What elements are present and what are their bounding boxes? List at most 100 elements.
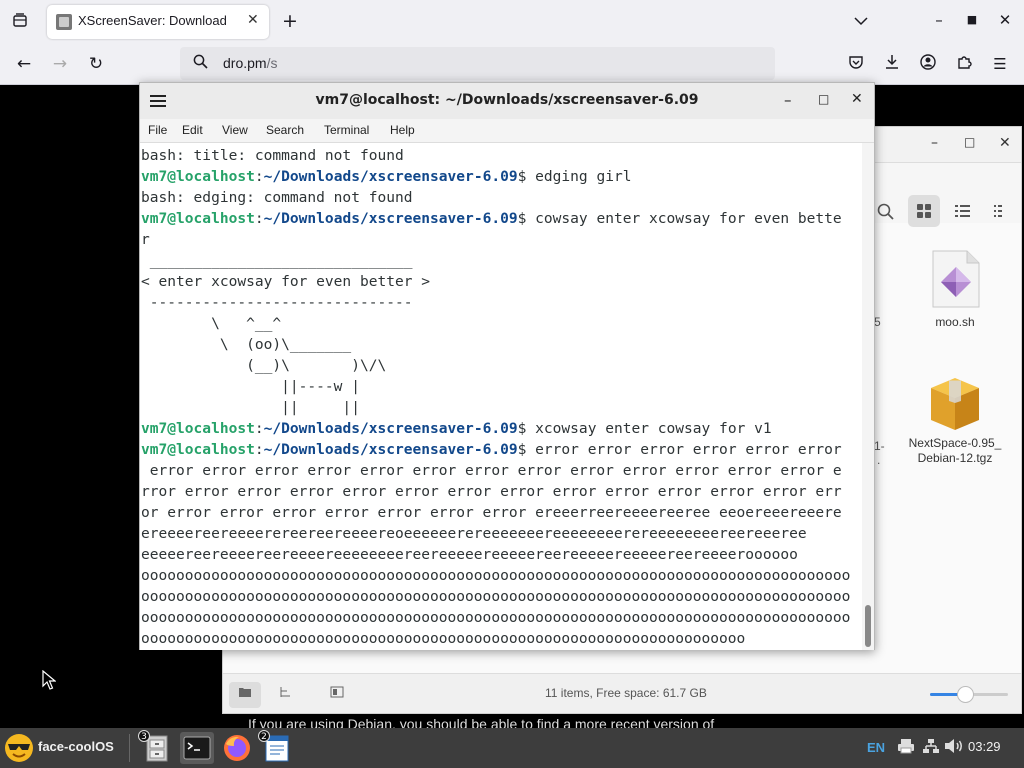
terminal-minimize-icon[interactable]: –: [784, 91, 792, 109]
printer-icon[interactable]: [897, 738, 915, 758]
menu-file[interactable]: File: [148, 123, 167, 137]
line-text: oooooooooooooooooooooooooooooooooooooooo…: [141, 588, 851, 605]
terminal-titlebar: vm7@localhost: ~/Downloads/xscreensaver-…: [140, 83, 874, 119]
task-file-manager[interactable]: 3: [138, 730, 174, 764]
sidebar-icon: [330, 686, 344, 698]
volume-icon[interactable]: [944, 738, 964, 758]
sidebar-toggle-button[interactable]: [321, 682, 353, 708]
tab-overflow-chevron-icon[interactable]: [851, 11, 871, 31]
fm-statusbar: 11 items, Free space: 61.7 GB: [223, 673, 1021, 713]
terminal-prompt-line: vm7@localhost:~/Downloads/xscreensaver-6…: [141, 166, 850, 187]
terminal-maximize-icon[interactable]: □: [818, 92, 829, 106]
terminal-title: vm7@localhost: ~/Downloads/xscreensaver-…: [315, 92, 699, 108]
maximize-icon[interactable]: ■: [962, 10, 982, 30]
line-text: \ (oo)\_______: [141, 336, 352, 353]
terminal-icon: [183, 736, 211, 760]
task-terminal[interactable]: [180, 732, 214, 764]
new-tab-icon[interactable]: +: [280, 11, 300, 31]
tab-close-icon[interactable]: ✕: [247, 12, 259, 28]
fm-clipped-label: 1-: [874, 439, 885, 453]
menu-help[interactable]: Help: [390, 123, 415, 137]
terminal-output-line: oooooooooooooooooooooooooooooooooooooooo…: [141, 607, 850, 628]
menu-edit[interactable]: Edit: [182, 123, 203, 137]
prompt-dollar: $: [517, 441, 536, 458]
terminal-prompt-line: vm7@localhost:~/Downloads/xscreensaver-6…: [141, 439, 850, 460]
file-label: NextSpace-0.95_ Debian-12.tgz: [908, 436, 1002, 465]
fm-clipped-label: .: [877, 453, 881, 467]
line-text: edging girl: [535, 168, 632, 185]
terminal-output-line: oooooooooooooooooooooooooooooooooooooooo…: [141, 628, 850, 649]
terminal-lines: bash: title: command not found vm7@localh…: [141, 145, 850, 649]
browser-tabbar: XScreenSaver: Download ✕ + – ■ ✕: [0, 0, 1024, 44]
search-icon: [191, 54, 209, 74]
folder-icon: [239, 688, 251, 697]
menu-terminal[interactable]: Terminal: [324, 123, 369, 137]
line-text: (__)\ )\/\: [141, 357, 387, 374]
line-text: xcowsay enter cowsay for v1: [535, 420, 772, 437]
fm-maximize-icon[interactable]: □: [964, 135, 975, 149]
line-text: oooooooooooooooooooooooooooooooooooooooo…: [141, 630, 746, 647]
start-menu-label[interactable]: face-coolOS: [38, 739, 114, 754]
pocket-icon[interactable]: [846, 54, 866, 75]
favicon-icon: [56, 14, 72, 30]
zoom-slider-handle[interactable]: [957, 686, 975, 703]
terminal-output-line: < enter xcowsay for even better >: [141, 271, 850, 292]
back-icon[interactable]: ←: [14, 54, 34, 74]
task-text-editor[interactable]: 2: [258, 730, 294, 764]
menu-icon[interactable]: ☰: [990, 54, 1010, 74]
file-item[interactable]: moo.sh: [900, 249, 1010, 330]
tree-button[interactable]: [269, 682, 301, 708]
terminal-output-line: error error error error error error erro…: [141, 460, 850, 481]
places-button[interactable]: [229, 682, 261, 708]
start-menu-icon[interactable]: [3, 732, 35, 768]
list-view-button[interactable]: [946, 195, 978, 227]
terminal-close-icon[interactable]: ✕: [851, 91, 863, 107]
terminal-output[interactable]: bash: title: command not found vm7@localh…: [140, 143, 862, 650]
prompt-separator: :: [254, 168, 264, 185]
terminal-scrollbar[interactable]: [862, 143, 874, 650]
prompt-dollar: $: [517, 420, 536, 437]
menu-search[interactable]: Search: [266, 123, 304, 137]
forward-icon[interactable]: →: [50, 54, 70, 74]
menu-view[interactable]: View: [222, 123, 248, 137]
terminal-prompt-line: vm7@localhost:~/Downloads/xscreensaver-6…: [141, 418, 850, 439]
terminal-scrollbar-thumb[interactable]: [865, 605, 871, 647]
file-item[interactable]: NextSpace-0.95_ Debian-12.tgz: [900, 370, 1010, 466]
extensions-icon[interactable]: [954, 54, 974, 75]
minimize-icon[interactable]: –: [929, 10, 949, 30]
grid-view-button[interactable]: [908, 195, 940, 227]
prompt-dollar: $: [517, 210, 536, 227]
compact-view-button[interactable]: [984, 195, 1016, 227]
zoom-slider[interactable]: [930, 686, 1008, 703]
terminal-prompt-line: vm7@localhost:~/Downloads/xscreensaver-6…: [141, 208, 850, 229]
downloads-icon[interactable]: [882, 54, 902, 75]
url-host: dro.pm: [223, 55, 267, 71]
terminal-window: vm7@localhost: ~/Downloads/xscreensaver-…: [139, 82, 875, 650]
terminal-output-line: bash: edging: command not found: [141, 187, 850, 208]
account-icon[interactable]: [918, 54, 938, 75]
url-text: dro.pm/s: [223, 55, 277, 71]
url-path: /s: [266, 55, 278, 71]
fm-status-text: 11 items, Free space: 61.7 GB: [545, 686, 707, 700]
prompt-path: ~/Downloads/xscreensaver-6.09: [263, 420, 518, 437]
tab-list-icon[interactable]: [10, 12, 30, 33]
fm-close-icon[interactable]: ✕: [999, 135, 1011, 151]
fm-search-icon[interactable]: [877, 203, 895, 225]
browser-tab[interactable]: XScreenSaver: Download ✕: [47, 5, 269, 39]
reload-icon[interactable]: ↻: [86, 54, 106, 74]
line-text: error error error error error error erro…: [141, 462, 842, 479]
task-firefox[interactable]: [220, 732, 254, 764]
terminal-output-line: eeeeereereeeereereeeereeeeeeeereereeeeer…: [141, 544, 850, 565]
prompt-user: vm7@localhost: [141, 168, 255, 185]
clock[interactable]: 03:29: [968, 739, 1001, 754]
close-icon[interactable]: ✕: [995, 10, 1015, 30]
network-icon[interactable]: [922, 738, 940, 758]
mouse-pointer-icon: [42, 669, 57, 694]
line-text: bash: title: command not found: [141, 147, 404, 164]
prompt-path: ~/Downloads/xscreensaver-6.09: [263, 441, 518, 458]
prompt-user: vm7@localhost: [141, 420, 255, 437]
fm-minimize-icon[interactable]: –: [931, 135, 938, 151]
keyboard-layout[interactable]: EN: [867, 740, 885, 755]
url-bar[interactable]: dro.pm/s: [180, 47, 775, 80]
line-text: r: [141, 231, 150, 248]
